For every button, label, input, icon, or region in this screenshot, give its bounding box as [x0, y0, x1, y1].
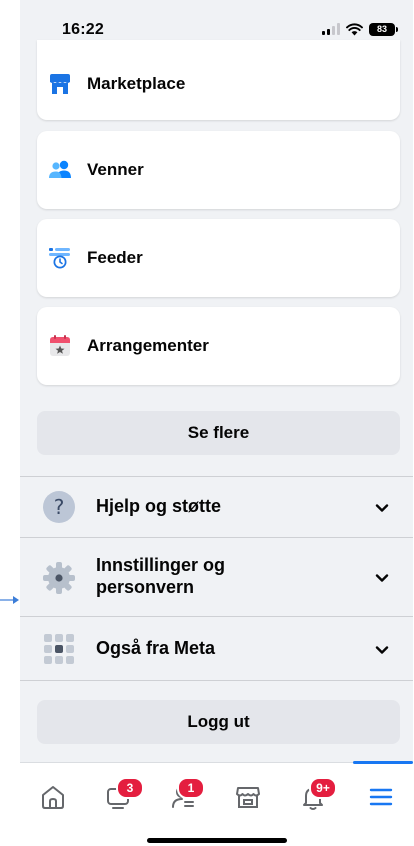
settings-gear-icon: [43, 562, 75, 594]
tab-menu[interactable]: [348, 763, 413, 823]
bottom-tab-bar: 3 1 9+: [20, 761, 413, 846]
section-help-support[interactable]: ? Hjelp og støtte: [20, 477, 413, 537]
section-label: Hjelp og støtte: [96, 496, 221, 516]
section-label: Innstillinger og personvern: [96, 555, 225, 597]
section-also-from-meta[interactable]: Også fra Meta: [20, 617, 413, 679]
notifications-badge: 9+: [309, 777, 337, 799]
feeds-icon: [49, 248, 70, 269]
shortcut-marketplace[interactable]: Marketplace: [37, 40, 400, 120]
tab-marketplace[interactable]: [215, 763, 280, 823]
wifi-icon: [346, 22, 363, 35]
tab-video[interactable]: 3: [85, 763, 150, 823]
see-more-button[interactable]: Se flere: [37, 411, 400, 455]
meta-grid-icon: [44, 634, 74, 664]
shortcut-friends[interactable]: Venner: [37, 131, 400, 209]
tab-friends[interactable]: 1: [150, 763, 215, 823]
chevron-down-icon: [375, 504, 389, 512]
tab-notifications[interactable]: 9+: [280, 763, 345, 823]
battery-icon: 83: [369, 22, 398, 36]
help-icon: ?: [43, 491, 75, 523]
status-icons: 83: [322, 21, 398, 37]
shortcut-label: Feeder: [87, 248, 143, 267]
section-settings-privacy[interactable]: Innstillinger og personvern: [20, 538, 413, 616]
tab-home[interactable]: [20, 763, 85, 823]
home-indicator[interactable]: [147, 838, 287, 843]
marketplace-icon: [50, 74, 70, 94]
shortcut-feeds[interactable]: Feeder: [37, 219, 400, 297]
home-icon: [42, 786, 64, 809]
shortcut-label: Marketplace: [87, 74, 186, 93]
friends-icon: [49, 160, 71, 178]
divider: [20, 680, 413, 681]
menu-icon: [369, 788, 393, 806]
chevron-down-icon: [375, 574, 389, 582]
marketplace-outline-icon: [236, 787, 260, 808]
pointer-arrow-icon: [0, 596, 19, 604]
chevron-down-icon: [375, 646, 389, 654]
signal-icon: [322, 23, 340, 35]
video-badge: 3: [116, 777, 144, 799]
svg-text:?: ?: [54, 495, 65, 519]
section-label: Også fra Meta: [96, 638, 216, 658]
shortcut-events[interactable]: Arrangementer: [37, 307, 400, 385]
logout-button[interactable]: Logg ut: [37, 700, 400, 744]
shortcut-label: Arrangementer: [87, 336, 209, 355]
friends-badge: 1: [177, 777, 205, 799]
shortcut-label: Venner: [87, 160, 144, 179]
phone-screen: 16:22 83 Marketplace Venner Feeder Arran…: [20, 0, 413, 846]
status-time: 16:22: [62, 21, 104, 38]
events-icon: [50, 335, 70, 356]
